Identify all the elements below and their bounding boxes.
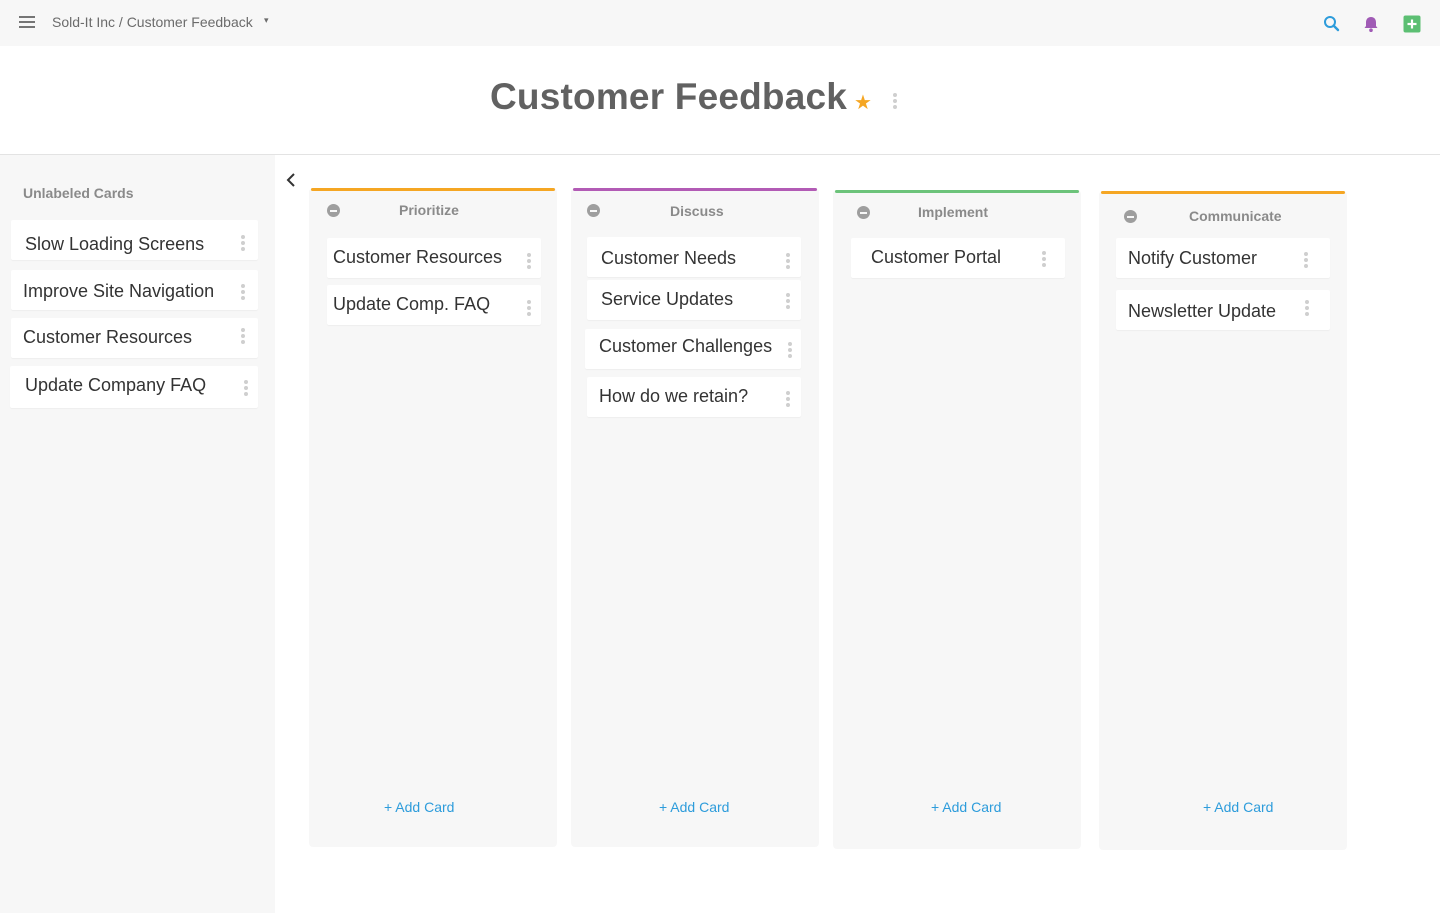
card-label: Customer Needs: [601, 248, 737, 268]
card[interactable]: Notify Customer: [1116, 238, 1330, 278]
card-more-icon[interactable]: [786, 391, 790, 407]
card-label: Customer Portal: [871, 247, 1002, 267]
collapse-column-icon[interactable]: [857, 206, 870, 219]
chevron-left-icon[interactable]: [284, 171, 298, 189]
card-more-icon[interactable]: [786, 253, 790, 269]
add-card-button[interactable]: + Add Card: [1203, 799, 1273, 815]
add-card-button[interactable]: + Add Card: [659, 799, 729, 815]
card-more-icon[interactable]: [527, 300, 531, 316]
card[interactable]: Customer Challenges: [585, 329, 801, 369]
add-icon[interactable]: [1402, 14, 1422, 34]
card-label: Update Company FAQ: [25, 375, 207, 395]
sidebar-card[interactable]: Customer Resources: [11, 318, 258, 358]
column-title: Prioritize: [399, 202, 459, 218]
column-color-bar: [1101, 191, 1345, 194]
card-more-icon[interactable]: [527, 253, 531, 269]
card-label: Customer Resources: [23, 327, 193, 347]
bell-icon[interactable]: [1361, 14, 1381, 34]
column-implement: Implement Customer Portal + Add Card: [833, 190, 1081, 849]
column-color-bar: [573, 188, 817, 191]
column-communicate: Communicate Notify Customer Newsletter U…: [1099, 191, 1347, 850]
card-more-icon[interactable]: [1305, 300, 1309, 316]
column-title: Discuss: [670, 203, 724, 219]
sidebar-card[interactable]: Update Company FAQ: [10, 366, 258, 408]
top-bar: Sold-It Inc / Customer Feedback ▾: [0, 0, 1440, 46]
card-more-icon[interactable]: [241, 284, 245, 300]
card-label: Service Updates: [601, 289, 734, 309]
column-color-bar: [311, 188, 555, 191]
card-more-icon[interactable]: [1042, 251, 1046, 267]
star-icon[interactable]: ★: [854, 90, 872, 115]
column-discuss: Discuss Customer Needs Service Updates C…: [571, 188, 819, 847]
card-label: Update Comp. FAQ: [333, 294, 491, 314]
card[interactable]: How do we retain?: [587, 377, 801, 417]
card-more-icon[interactable]: [1304, 252, 1308, 268]
add-card-button[interactable]: + Add Card: [931, 799, 1001, 815]
column-title: Implement: [918, 204, 989, 220]
card-label: Notify Customer: [1128, 248, 1258, 268]
card-more-icon[interactable]: [788, 342, 792, 358]
card-label: How do we retain?: [599, 386, 749, 406]
collapse-column-icon[interactable]: [327, 204, 340, 217]
add-card-button[interactable]: + Add Card: [384, 799, 454, 815]
more-options-icon[interactable]: [893, 93, 897, 109]
card[interactable]: Update Comp. FAQ: [327, 285, 541, 325]
card[interactable]: Customer Portal: [851, 238, 1065, 278]
sidebar: Unlabeled Cards Slow Loading Screens Imp…: [0, 155, 275, 913]
card-label: Improve Site Navigation: [23, 281, 215, 301]
chevron-down-icon[interactable]: ▾: [264, 15, 269, 26]
card[interactable]: Newsletter Update: [1116, 290, 1330, 330]
card-label: Slow Loading Screens: [25, 234, 205, 254]
card[interactable]: Service Updates: [587, 280, 801, 320]
collapse-column-icon[interactable]: [1124, 210, 1137, 223]
card-label: Newsletter Update: [1128, 301, 1277, 321]
card-more-icon[interactable]: [786, 293, 790, 309]
sidebar-card[interactable]: Improve Site Navigation: [11, 270, 258, 310]
column-color-bar: [835, 190, 1079, 193]
breadcrumb[interactable]: Sold-It Inc / Customer Feedback: [52, 14, 253, 30]
card-label: Customer Resources: [333, 247, 503, 267]
menu-icon[interactable]: [19, 16, 35, 28]
column-prioritize: Prioritize Customer Resources Update Com…: [309, 188, 557, 847]
page-title: Customer Feedback: [490, 76, 848, 117]
column-title: Communicate: [1189, 208, 1282, 224]
search-icon[interactable]: [1322, 14, 1342, 34]
sidebar-title: Unlabeled Cards: [23, 185, 134, 201]
card-more-icon[interactable]: [241, 235, 245, 251]
card-label: Customer Challenges: [599, 336, 773, 356]
card[interactable]: Customer Resources: [327, 238, 541, 278]
card-more-icon[interactable]: [244, 380, 248, 396]
collapse-column-icon[interactable]: [587, 204, 600, 217]
card-more-icon[interactable]: [241, 328, 245, 344]
card[interactable]: Customer Needs: [587, 237, 801, 277]
sidebar-card[interactable]: Slow Loading Screens: [11, 220, 258, 260]
